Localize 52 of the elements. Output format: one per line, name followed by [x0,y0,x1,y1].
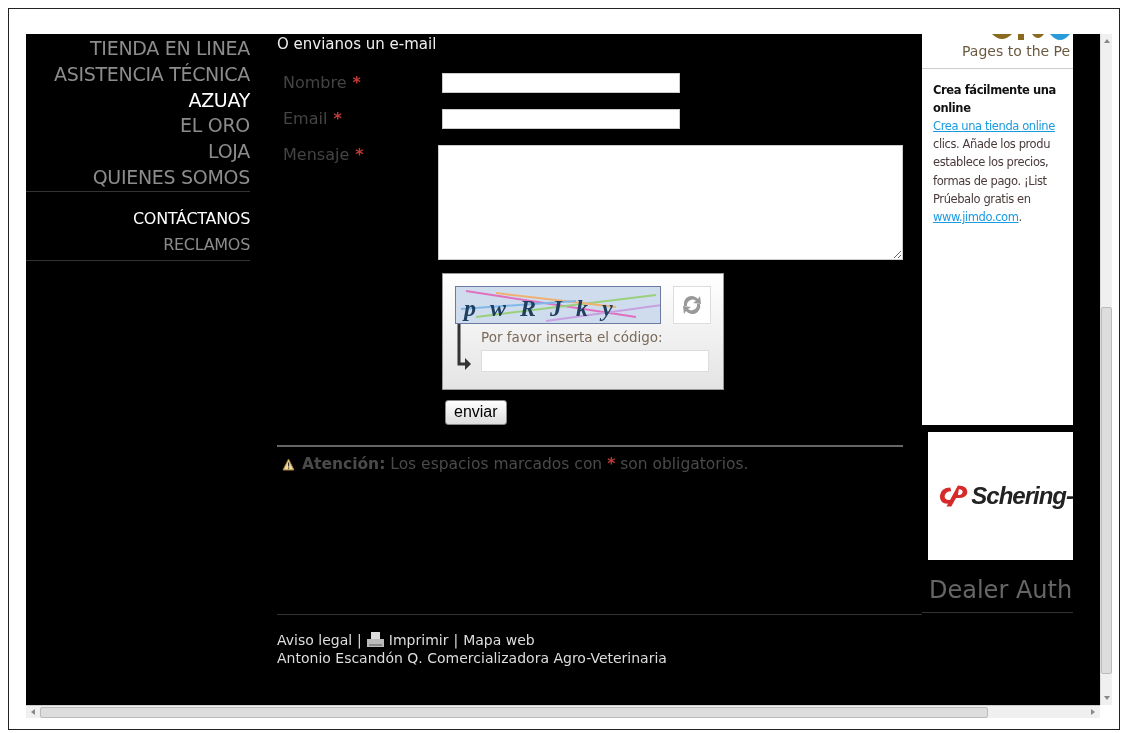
required-mark: * [352,73,361,93]
vertical-scrollbar[interactable] [1100,34,1112,705]
ad-text: formas de pago. ¡List [933,173,1047,188]
captcha-prompt: Por favor inserta el código: [481,328,664,346]
scrollbar-thumb[interactable] [1101,307,1112,674]
ad-text: establece los precios, [933,155,1049,170]
ad-text: Prúebalo gratis en [933,191,1031,206]
printer-icon [366,632,384,648]
nav-link[interactable]: EL ORO [180,113,250,140]
field-label: Mensaje [283,145,350,165]
form-heading: O envianos un e-mail [277,34,438,53]
nav-link[interactable]: RECLAMOS [163,231,250,258]
required-mark: * [355,145,364,165]
horizontal-scrollbar[interactable] [26,705,1100,718]
logo-tagline: Pages to the Pe [962,42,1072,60]
field-label: Nombre [283,73,347,93]
required-fields-note: Atención: Los espacios marcados con * son obligatorios. [302,455,749,473]
warning-icon [282,457,295,471]
footer-link[interactable]: Aviso legal [277,632,353,648]
refresh-button[interactable] [673,286,711,324]
input-field[interactable] [442,73,680,93]
ad-heading: Crea fácilmente una [933,82,1057,99]
scroll-right-icon[interactable] [1091,709,1095,715]
submit-button[interactable]: enviar [445,400,507,425]
ad-text: . [1018,210,1022,224]
ad-link[interactable]: www.jimdo.com [933,210,1019,224]
footer-link[interactable]: Mapa web [463,632,535,648]
scroll-up-icon[interactable] [1103,39,1110,43]
ad-heading: online [933,100,972,117]
scroll-left-icon[interactable] [31,709,35,715]
nav-link[interactable]: LOJA [208,139,250,165]
nav-link[interactable]: ASISTENCIA TÉCNICA [54,61,250,88]
separator: | [453,632,459,648]
ad-text: clics. Añade los produ [933,137,1051,152]
nav-link[interactable]: TIENDA EN LINEA [90,36,250,62]
logo-icon [937,483,970,509]
scroll-down-icon[interactable] [1103,696,1110,700]
required-mark: * [333,109,342,129]
nav-link[interactable]: CONTÁCTANOS [133,205,250,232]
section-heading: Dealer Auth [922,560,1073,613]
message-field[interactable] [438,145,903,260]
ad-link[interactable]: Crea una tienda online [933,119,1055,133]
nav-link[interactable]: AZUAY [188,87,250,114]
field-label: Email [283,109,328,129]
company-name: Antonio Escandón Q. Comercializadora Agro-Veterinaria [277,650,668,666]
nav-link[interactable]: QUIENES SOMOS [92,165,250,191]
scrollbar-thumb[interactable] [40,706,988,718]
input-field[interactable] [442,109,680,129]
sponsor-name: Schering- [971,482,1073,510]
captcha-field[interactable] [481,350,709,372]
print-link[interactable]: Imprimir [388,632,449,648]
separator: | [357,632,362,648]
